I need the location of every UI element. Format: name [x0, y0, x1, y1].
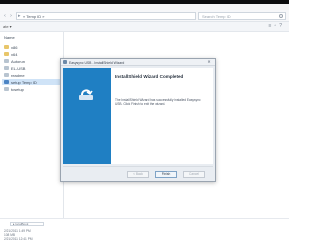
help-icon[interactable]: ?	[279, 23, 285, 29]
folder-icon	[4, 52, 9, 56]
finish-button[interactable]: Finish	[155, 171, 177, 178]
file-icon	[4, 87, 9, 91]
list-item[interactable]: Autorun	[4, 58, 25, 64]
installshield-logo-icon	[79, 89, 93, 100]
wizard-button-bar: < Back Finish Cancel	[63, 166, 213, 180]
file-icon	[4, 59, 9, 63]
list-item-selected[interactable]: setup Temp ID	[2, 79, 60, 85]
list-item[interactable]: x64	[4, 51, 17, 57]
toolbar: ate ▾ ≡▫?	[0, 22, 289, 32]
address-bar[interactable]: ▸ « Temp ID »	[16, 12, 196, 20]
list-item[interactable]: x86	[4, 44, 17, 50]
list-item[interactable]: EL-USB	[4, 65, 25, 71]
close-button[interactable]: ✕	[205, 59, 213, 65]
wizard-banner	[63, 68, 111, 164]
navigation-pane: Name x86 x64 Autorun EL-USB readme setup…	[0, 32, 64, 218]
dialog-titlebar[interactable]: Easysync USB - InstallShield Wizard ✕	[61, 59, 215, 66]
list-item[interactable]: tcsetup	[4, 86, 24, 92]
wizard-content: InstallShield Wizard Completed The Insta…	[111, 68, 213, 164]
search-input[interactable]: Search Temp ID	[198, 12, 286, 20]
file-details: 2/21/2011 1:49 PM 108 MB 2/21/2011 12:41…	[4, 229, 32, 241]
chevron-icon: ▸	[18, 13, 21, 19]
detail-line: 2/21/2011 12:41 PM	[4, 237, 33, 241]
file-icon	[4, 73, 9, 77]
installshield-dialog: Easysync USB - InstallShield Wizard ✕ In…	[60, 58, 216, 182]
wizard-message: The InstallShield Wizard has successfull…	[115, 98, 201, 107]
toolbar-icons: ≡▫?	[269, 23, 285, 29]
forward-icon[interactable]: ›	[8, 13, 14, 19]
details-pane: ▸ localBook 2/21/2011 1:49 PM 108 MB 2/2…	[0, 218, 289, 250]
address-path: « Temp ID »	[23, 14, 45, 19]
file-icon	[4, 66, 9, 70]
column-header-name[interactable]: Name	[4, 34, 15, 40]
folder-icon	[4, 45, 9, 49]
app-icon	[63, 60, 67, 64]
search-icon	[279, 14, 283, 18]
dialog-title: Easysync USB - InstallShield Wizard	[69, 60, 125, 65]
toolbar-organize[interactable]: ate ▾	[3, 24, 12, 29]
wizard-heading: InstallShield Wizard Completed	[115, 74, 184, 79]
list-item[interactable]: readme	[4, 72, 25, 78]
cancel-button[interactable]: Cancel	[183, 171, 205, 178]
setup-icon	[4, 80, 9, 84]
back-button[interactable]: < Back	[127, 171, 149, 178]
bottom-scroll[interactable]: ▸ localBook	[10, 222, 44, 226]
address-row: ‹ › ▸ « Temp ID » Search Temp ID	[0, 10, 289, 22]
search-placeholder: Search Temp ID	[202, 14, 231, 19]
